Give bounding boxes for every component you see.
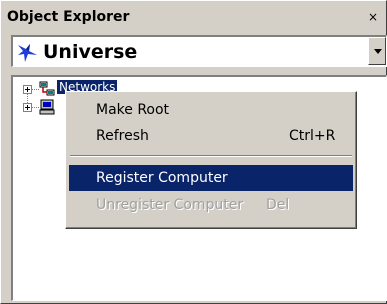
title-bar[interactable]: Object Explorer × [3,3,384,31]
tree-connector [32,107,39,109]
context-menu: Make Root Refresh Ctrl+R Register Comput… [65,91,357,229]
expand-node-networks[interactable] [23,85,32,94]
menu-item-label: Refresh [96,128,149,144]
object-explorer-window: Object Explorer × Universe Networks Make… [0,0,387,304]
menu-item-make-root[interactable]: Make Root [69,97,353,123]
close-icon[interactable]: × [366,10,380,24]
dropdown-arrow-button[interactable] [368,37,386,65]
menu-item-label: Unregister Computer [96,197,244,213]
menu-separator [70,155,352,157]
expand-node-computer[interactable] [23,103,32,112]
menu-item-register-computer[interactable]: Register Computer [69,165,353,191]
menu-item-shortcut: Del [266,197,290,213]
menu-item-label: Register Computer [96,170,228,186]
window-title: Object Explorer [7,9,130,25]
menu-item-shortcut: Ctrl+R [289,128,336,144]
root-selector-value: Universe [43,41,138,63]
computer-icon [39,99,55,115]
menu-item-unregister-computer: Unregister Computer Del [69,192,353,218]
root-selector-dropdown[interactable]: Universe [11,35,387,67]
labview-universe-icon [18,44,37,62]
menu-item-label: Make Root [96,102,170,118]
menu-item-refresh[interactable]: Refresh Ctrl+R [69,123,353,149]
network-icon [39,81,55,96]
